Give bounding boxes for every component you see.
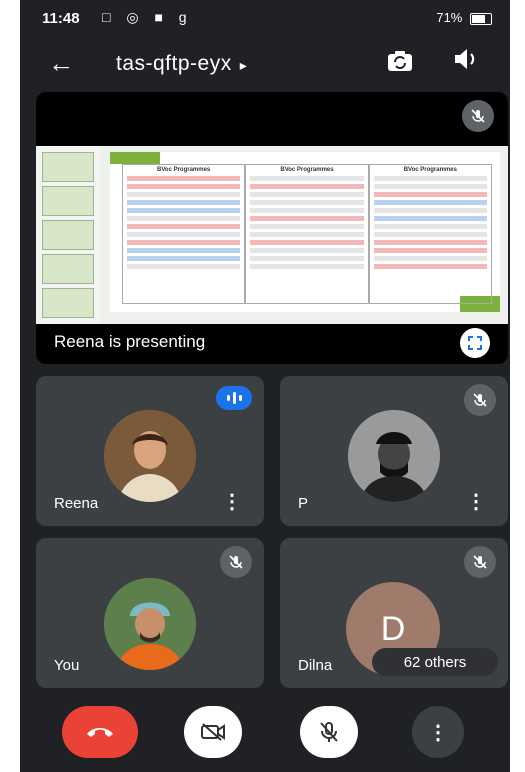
participant-name: P xyxy=(298,495,309,512)
presenting-label: Reena is presenting xyxy=(54,332,206,351)
status-bar: 11:48 □ ◎ ■ g 71% xyxy=(20,0,510,38)
meeting-code[interactable]: tas-qftp-eyx ▸ xyxy=(116,52,247,76)
participant-name: Reena xyxy=(54,495,99,512)
meeting-code-text: tas-qftp-eyx xyxy=(116,52,232,75)
speaker-icon[interactable] xyxy=(452,46,480,79)
participant-name: Dilna xyxy=(298,657,333,674)
avatar xyxy=(104,578,196,670)
slide-table: BVoc Programmes BVoc Programmes BVoc Pro… xyxy=(122,164,492,304)
notification-icons: □ ◎ ■ g xyxy=(102,9,193,25)
meeting-header: ← tas-qftp-eyx ▸ xyxy=(20,40,510,88)
slide-content: BVoc Programmes BVoc Programmes BVoc Pro… xyxy=(110,152,500,312)
participant-tile[interactable]: You xyxy=(36,538,264,688)
participant-name: You xyxy=(54,657,80,674)
end-call-icon xyxy=(87,728,113,737)
slide-column-header: BVoc Programmes xyxy=(280,167,334,173)
slide-column-header: BVoc Programmes xyxy=(403,167,457,173)
slide-column: BVoc Programmes xyxy=(245,164,369,304)
more-vert-icon[interactable]: ⋮ xyxy=(222,489,242,514)
battery-icon xyxy=(470,12,492,25)
slide-column-header: BVoc Programmes xyxy=(157,167,211,173)
status-time: 11:48 xyxy=(42,10,80,27)
mic-toggle-button[interactable] xyxy=(300,706,358,758)
battery-percent: 71% xyxy=(436,10,463,25)
call-controls: ⋮ xyxy=(20,700,510,760)
others-count-button[interactable]: 62 others xyxy=(372,648,498,676)
participant-tile[interactable]: P ⋮ xyxy=(280,376,508,526)
more-vert-icon: ⋮ xyxy=(428,721,448,744)
slide-column: BVoc Programmes xyxy=(122,164,246,304)
mic-off-icon xyxy=(220,546,252,578)
camera-switch-icon[interactable] xyxy=(386,48,414,81)
back-arrow-icon[interactable]: ← xyxy=(48,48,74,79)
more-vert-icon[interactable]: ⋮ xyxy=(466,489,486,514)
slide-column: BVoc Programmes xyxy=(368,164,492,304)
chevron-right-icon: ▸ xyxy=(239,57,248,73)
mic-off-icon xyxy=(464,546,496,578)
slide-thumbnails xyxy=(36,146,100,324)
camera-toggle-button[interactable] xyxy=(184,706,242,758)
camera-off-icon xyxy=(201,723,225,741)
slide-thumb xyxy=(42,254,94,284)
shared-slide: BVoc Programmes BVoc Programmes BVoc Pro… xyxy=(36,146,508,324)
end-call-button[interactable] xyxy=(62,706,138,758)
avatar xyxy=(348,410,440,502)
mic-off-icon xyxy=(320,722,338,742)
slide-thumb xyxy=(42,186,94,216)
more-options-button[interactable]: ⋮ xyxy=(412,706,464,758)
slide-accent xyxy=(110,152,160,164)
speaking-indicator-icon xyxy=(216,386,252,410)
status-right: 71% xyxy=(436,10,492,25)
slide-thumb xyxy=(42,152,94,182)
fullscreen-icon[interactable] xyxy=(460,328,490,358)
meet-screen: 11:48 □ ◎ ■ g 71% ← tas-qftp-eyx ▸ BVoc … xyxy=(20,0,510,772)
participant-tile[interactable]: Reena ⋮ xyxy=(36,376,264,526)
avatar xyxy=(104,410,196,502)
slide-thumb xyxy=(42,288,94,318)
presentation-tile[interactable]: BVoc Programmes BVoc Programmes BVoc Pro… xyxy=(36,92,508,364)
mic-off-icon xyxy=(464,384,496,416)
participant-tile[interactable]: D Dilna 62 others xyxy=(280,538,508,688)
mic-off-icon xyxy=(462,100,494,132)
slide-thumb xyxy=(42,220,94,250)
